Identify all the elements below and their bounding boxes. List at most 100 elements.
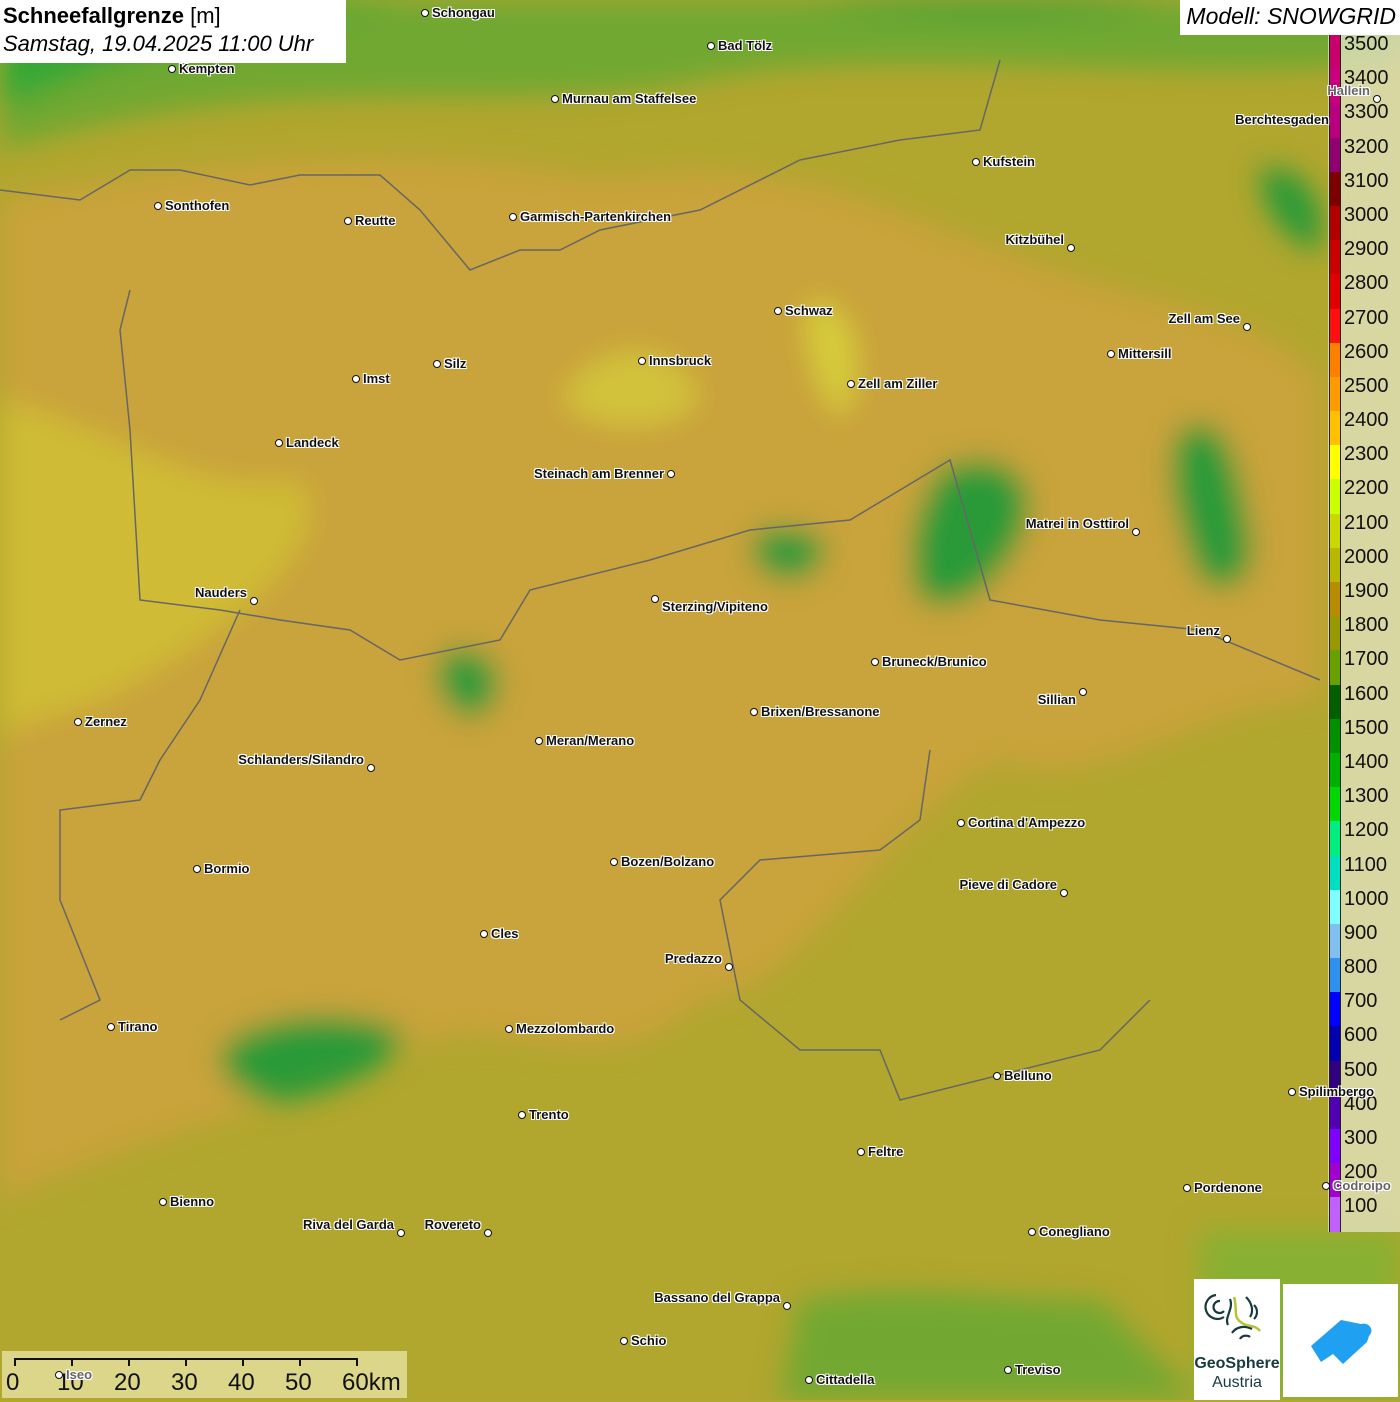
legend-label: 1300 (1344, 785, 1389, 808)
legend-entry: 1000 (1329, 888, 1399, 924)
legend-label: 2100 (1344, 511, 1389, 534)
legend-label: 300 (1344, 1127, 1378, 1149)
legend-swatch (1329, 958, 1341, 993)
city-dot-icon (638, 357, 646, 365)
legend-entry: 1800 (1329, 614, 1399, 651)
legend-entry: 3300 (1329, 101, 1399, 138)
scale-tick (71, 1358, 73, 1366)
city-label: Kempten (179, 61, 235, 76)
city-label: Sillian (1037, 692, 1076, 707)
model-label: Modell: SNOWGRID (1180, 0, 1400, 35)
city-dot-icon (397, 1229, 405, 1237)
city-dot-icon (509, 213, 517, 221)
legend-entry: 400 (1329, 1093, 1399, 1129)
scale-label: 20 (114, 1369, 141, 1396)
legend-swatch (1329, 137, 1341, 172)
legend-swatch (1329, 1026, 1341, 1061)
scale-label: 50 (285, 1369, 312, 1396)
city-label: Mittersill (1118, 346, 1172, 361)
legend-entry: 900 (1329, 921, 1399, 959)
legend-swatch (1329, 787, 1341, 822)
city-label: Sonthofen (165, 198, 230, 213)
city-label: Rovereto (424, 1217, 481, 1232)
city-dot-icon (193, 865, 201, 873)
legend-label: 1700 (1344, 648, 1389, 671)
city-label: Sterzing/Vipiteno (662, 599, 768, 614)
city-dot-icon (1028, 1228, 1036, 1236)
geosphere-austria-logo[interactable]: GeoSphere Austria (1194, 1279, 1280, 1400)
city-label: Schlanders/Silandro (238, 752, 364, 767)
city-dot-icon (725, 963, 733, 971)
legend-swatch (1329, 889, 1341, 924)
city-label: Reutte (355, 213, 396, 228)
city-dot-icon (1079, 688, 1087, 696)
city-dot-icon (55, 1371, 63, 1379)
scale-tick (299, 1358, 301, 1366)
legend-label: 100 (1344, 1195, 1378, 1218)
legend-label: 3200 (1344, 135, 1389, 158)
city-label: Treviso (1015, 1362, 1061, 1377)
city-label: Feltre (868, 1144, 904, 1159)
legend-swatch (1329, 411, 1341, 446)
city-dot-icon (1004, 1366, 1012, 1374)
legend-entry: 2100 (1329, 511, 1399, 548)
legend-label: 1400 (1344, 750, 1389, 773)
city-dot-icon (1132, 528, 1140, 536)
city-dot-icon (972, 158, 980, 166)
legend-entry: 100 (1329, 1195, 1399, 1232)
city-label: Bad Tölz (718, 38, 773, 53)
legend-entry: 600 (1329, 1024, 1399, 1061)
city-label: Brixen/Bressanone (761, 704, 880, 719)
scale-tick (356, 1358, 358, 1366)
city-label: Nauders (194, 585, 247, 600)
legend-swatch (1329, 992, 1341, 1027)
legend-swatch (1329, 752, 1341, 788)
city-label: Bassano del Grappa (654, 1290, 780, 1305)
legend-label: 500 (1344, 1058, 1378, 1081)
city-label: Bienno (170, 1194, 215, 1209)
legend-label: 2800 (1344, 272, 1389, 295)
city-label: Iseo (66, 1367, 93, 1382)
legend-entry: 3500 (1329, 33, 1399, 70)
legend-entry: 2300 (1329, 443, 1399, 480)
scale-tick (242, 1358, 244, 1366)
city-label: Riva del Garda (302, 1217, 394, 1232)
legend-label: 3100 (1344, 169, 1389, 192)
geosphere-swirl-icon (1204, 1293, 1262, 1340)
city-label: Zell am See (1168, 311, 1240, 326)
city-dot-icon (1183, 1184, 1191, 1192)
legend-label: 2600 (1344, 340, 1389, 363)
city-label: Hallein (1327, 83, 1370, 98)
legend-label: 600 (1344, 1024, 1378, 1047)
city-dot-icon (651, 595, 659, 603)
legend-swatch (1329, 513, 1341, 548)
city-label: Pordenone (1194, 1180, 1262, 1195)
city-label: Trento (529, 1107, 569, 1122)
legend-entry: 800 (1329, 956, 1399, 993)
legend-entry: 300 (1329, 1127, 1399, 1164)
legend-entry: 3200 (1329, 135, 1399, 172)
legend-label: 900 (1344, 921, 1378, 944)
legend-swatch (1329, 547, 1341, 582)
legend-swatch (1329, 1129, 1341, 1164)
city-dot-icon (1067, 244, 1075, 252)
city-dot-icon (275, 439, 283, 447)
legend-label: 1600 (1344, 682, 1389, 705)
legend-swatch (1329, 718, 1341, 753)
city-label: Schongau (432, 5, 495, 20)
partner-logo[interactable] (1283, 1284, 1398, 1397)
legend-swatch (1329, 923, 1341, 959)
scale-tick (128, 1358, 130, 1366)
legend-swatch (1329, 274, 1341, 309)
scale-label: 30 (171, 1369, 198, 1396)
legend-swatch (1329, 1197, 1341, 1232)
scale-label: 0 (6, 1369, 20, 1396)
city-label: Bruneck/Brunico (882, 654, 987, 669)
city-label: Codroipo (1333, 1178, 1391, 1193)
legend-label: 3500 (1344, 33, 1389, 55)
legend-label: 2200 (1344, 477, 1389, 500)
legend-label: 2300 (1344, 443, 1389, 466)
city-dot-icon (750, 708, 758, 716)
city-dot-icon (159, 1198, 167, 1206)
legend-entry: 3000 (1329, 204, 1399, 241)
